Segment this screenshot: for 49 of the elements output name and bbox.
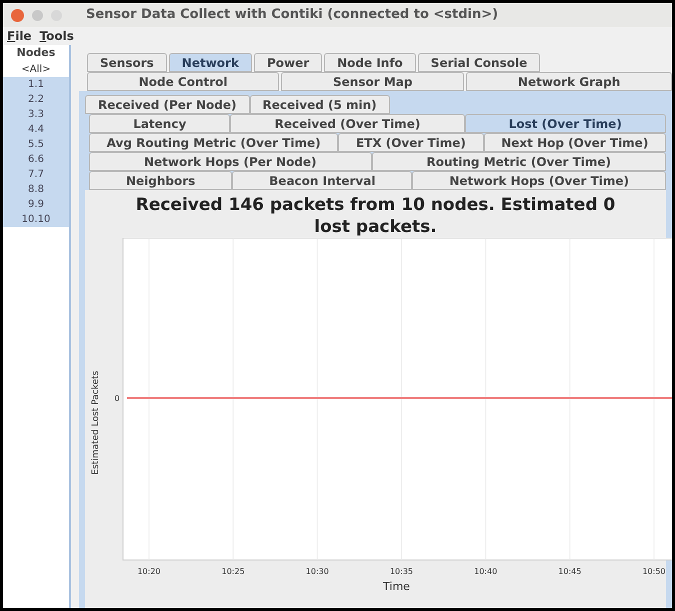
- window-title: Sensor Data Collect with Contiki (connected to <stdin>): [86, 6, 498, 24]
- minimize-icon[interactable]: [32, 10, 43, 20]
- node-item[interactable]: 6.6: [3, 152, 69, 166]
- node-item[interactable]: <All>: [3, 62, 69, 76]
- list-header: Nodes: [16, 45, 56, 61]
- tab[interactable]: Beacon Interval: [232, 171, 412, 190]
- tab[interactable]: Received (Per Node): [85, 95, 250, 114]
- tab[interactable]: Received (Over Time): [230, 114, 464, 133]
- tab[interactable]: Node Info: [324, 53, 416, 72]
- tab[interactable]: Network: [168, 53, 252, 72]
- node-item[interactable]: 10.10: [3, 212, 69, 226]
- tab[interactable]: Avg Routing Metric (Over Time): [89, 133, 338, 152]
- node-item[interactable]: 3.3: [3, 106, 69, 122]
- menu-item[interactable]: Tools: [40, 27, 74, 45]
- tab[interactable]: ETX (Over Time): [338, 133, 484, 152]
- x-axis-label: Time: [383, 580, 410, 593]
- chart-title: Received 146 packets from 10 nodes. Estimated 0 lost packets.: [134, 194, 616, 238]
- x-tick-label: 10:30: [306, 567, 329, 576]
- tab[interactable]: Next Hop (Over Time): [484, 133, 666, 152]
- menu-item[interactable]: File: [7, 27, 32, 45]
- node-item[interactable]: 5.5: [3, 136, 69, 152]
- y-axis-label: Estimated Lost Packets: [90, 371, 102, 475]
- x-tick-label: 10:40: [474, 567, 498, 576]
- tab[interactable]: Latency: [89, 114, 230, 133]
- tab[interactable]: Serial Console: [418, 53, 540, 72]
- y-tick-label: 0: [114, 394, 120, 403]
- tab[interactable]: Sensors: [87, 53, 167, 72]
- close-icon[interactable]: [11, 8, 24, 22]
- tab[interactable]: Network Graph: [466, 72, 672, 91]
- tab[interactable]: Received (5 min): [250, 95, 390, 114]
- x-tick-label: 10:45: [558, 567, 582, 576]
- tab[interactable]: Network Hops (Per Node): [89, 152, 372, 171]
- tab[interactable]: Routing Metric (Over Time): [372, 152, 666, 171]
- tab[interactable]: Neighbors: [89, 171, 232, 190]
- x-tick-label: 10:50: [642, 567, 666, 576]
- x-tick-label: 10:20: [137, 567, 161, 576]
- tab[interactable]: Node Control: [87, 72, 280, 91]
- node-item[interactable]: 9.9: [3, 196, 69, 212]
- node-item[interactable]: 4.4: [3, 122, 69, 136]
- node-item[interactable]: 8.8: [3, 182, 69, 196]
- tab[interactable]: Network Hops (Over Time): [412, 171, 666, 190]
- node-item[interactable]: 1.1: [3, 76, 69, 92]
- tab[interactable]: Power: [254, 53, 322, 72]
- x-tick-label: 10:35: [390, 567, 414, 576]
- tab[interactable]: Sensor Map: [281, 72, 464, 91]
- x-tick-label: 10:25: [222, 567, 245, 576]
- node-item[interactable]: 2.2: [3, 92, 69, 106]
- node-item[interactable]: 7.7: [3, 166, 69, 182]
- tab[interactable]: Lost (Over Time): [464, 114, 666, 133]
